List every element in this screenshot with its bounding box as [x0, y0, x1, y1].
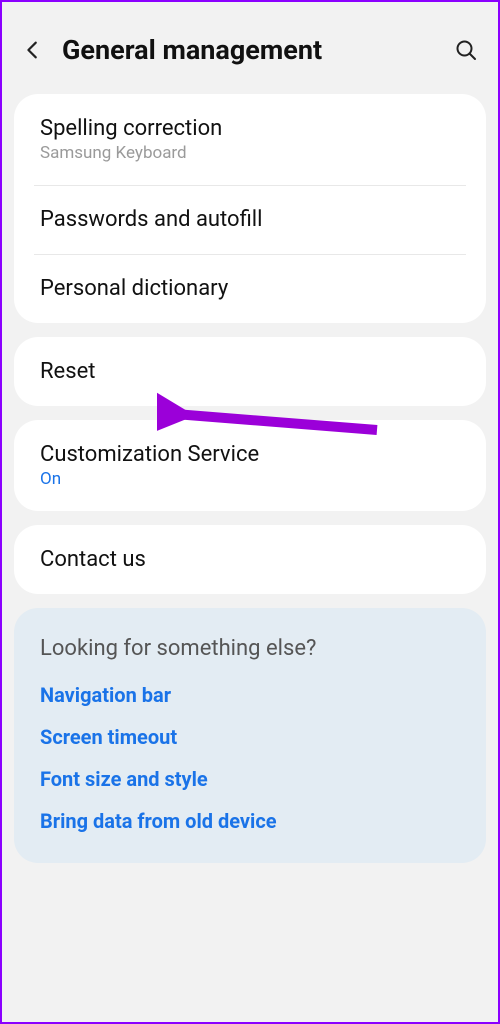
suggestion-heading: Looking for something else?	[40, 636, 460, 661]
item-passwords-autofill[interactable]: Passwords and autofill	[14, 185, 486, 254]
item-title: Customization Service	[40, 442, 460, 467]
settings-group-reset: Reset	[14, 337, 486, 406]
item-status: On	[40, 469, 460, 489]
item-title: Reset	[40, 359, 460, 384]
item-customization-service[interactable]: Customization Service On	[14, 420, 486, 511]
page-title: General management	[62, 34, 454, 66]
back-icon[interactable]	[22, 39, 44, 61]
item-spelling-correction[interactable]: Spelling correction Samsung Keyboard	[14, 94, 486, 185]
item-title: Contact us	[40, 547, 460, 572]
item-title: Passwords and autofill	[40, 207, 460, 232]
header: General management	[14, 14, 486, 94]
link-bring-data[interactable]: Bring data from old device	[40, 809, 460, 833]
link-screen-timeout[interactable]: Screen timeout	[40, 725, 460, 749]
item-title: Spelling correction	[40, 116, 460, 141]
search-icon[interactable]	[454, 38, 478, 62]
settings-group-contact: Contact us	[14, 525, 486, 594]
suggestion-panel: Looking for something else? Navigation b…	[14, 608, 486, 863]
item-personal-dictionary[interactable]: Personal dictionary	[14, 254, 486, 323]
item-contact-us[interactable]: Contact us	[14, 525, 486, 594]
link-navigation-bar[interactable]: Navigation bar	[40, 683, 460, 707]
settings-group-customization: Customization Service On	[14, 420, 486, 511]
settings-group-input: Spelling correction Samsung Keyboard Pas…	[14, 94, 486, 323]
item-subtitle: Samsung Keyboard	[40, 143, 460, 163]
link-font-size-style[interactable]: Font size and style	[40, 767, 460, 791]
item-reset[interactable]: Reset	[14, 337, 486, 406]
item-title: Personal dictionary	[40, 276, 460, 301]
